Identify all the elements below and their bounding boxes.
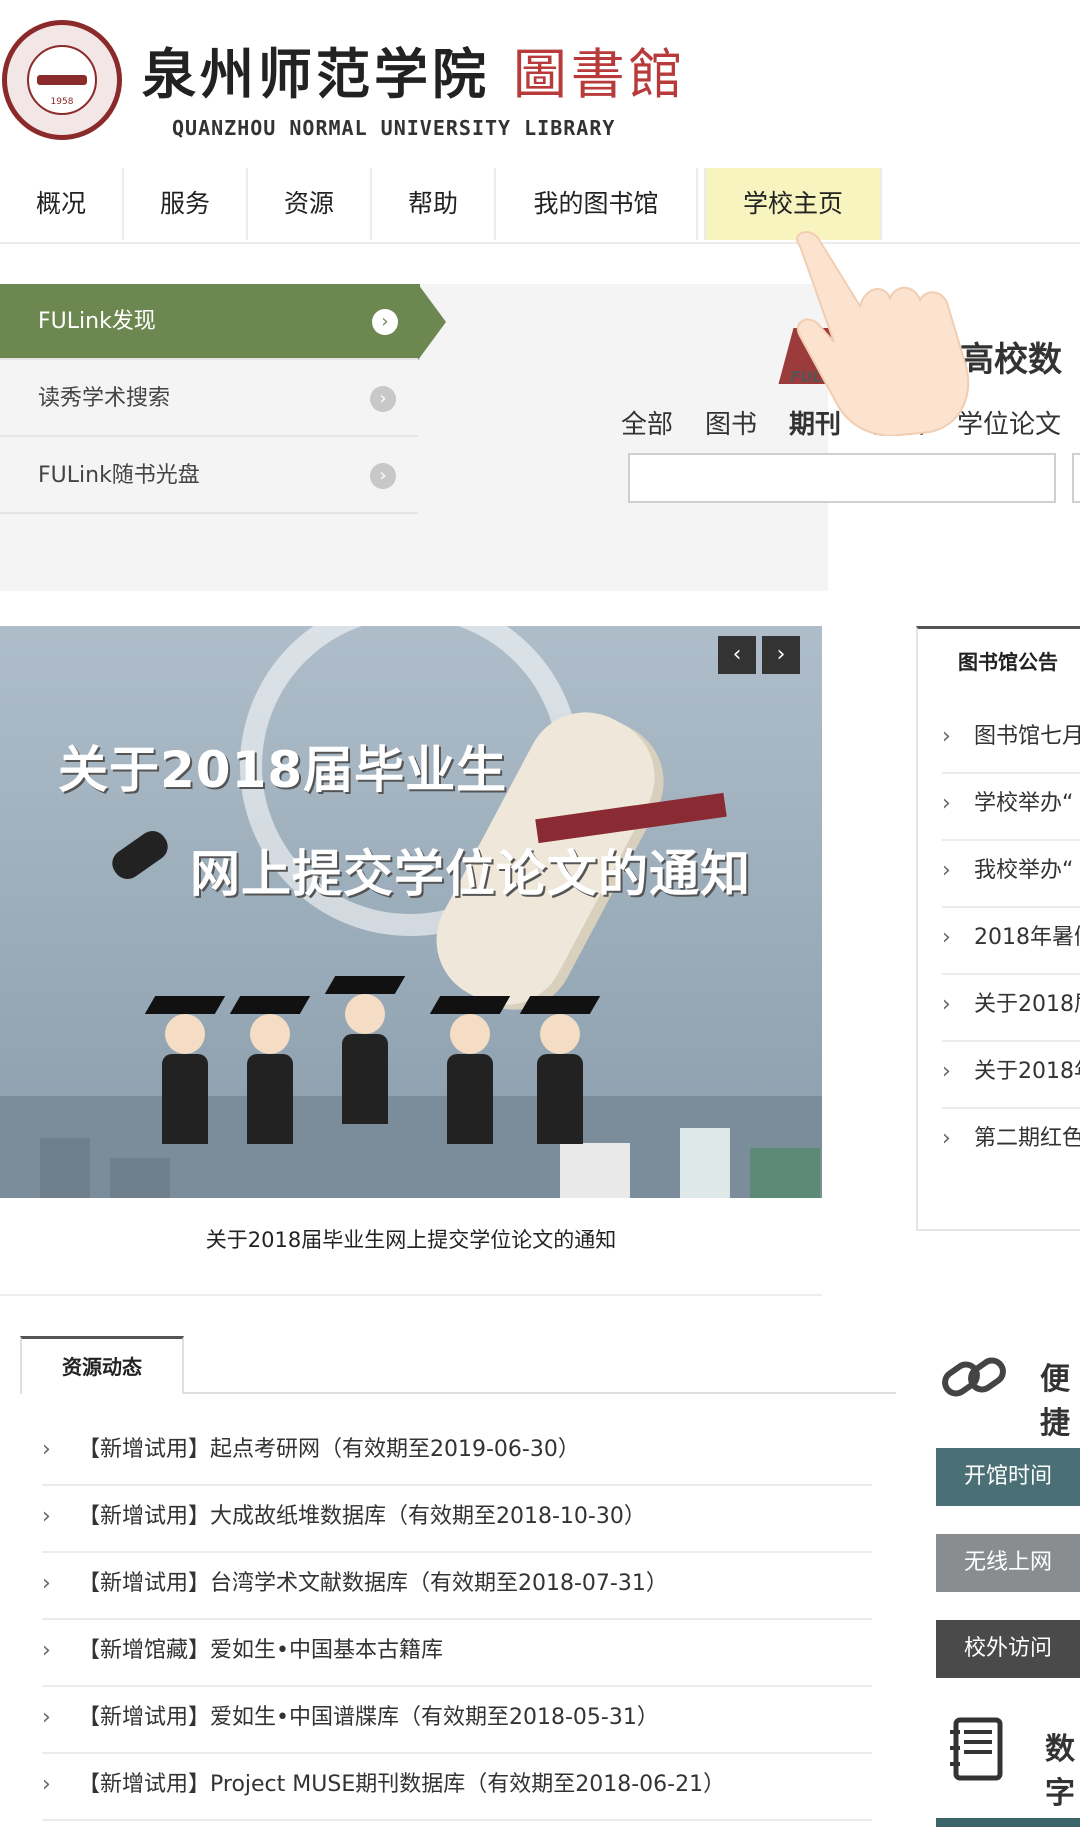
sidebar-item-duxiu-search[interactable]: 读秀学术搜索 › [0, 361, 418, 437]
nav-item-overview[interactable]: 概况 [0, 168, 124, 240]
nav-item-my-library[interactable]: 我的图书馆 [496, 168, 698, 240]
notice-panel-title: 图书馆公告 [958, 650, 1058, 674]
sidebar-item-fulink-cd[interactable]: FULink随书光盘 › [0, 438, 418, 514]
carousel-next-button[interactable]: › [762, 636, 800, 674]
notice-item[interactable]: ›关于2018届 [942, 974, 1080, 1042]
opening-hours-button[interactable]: 开馆时间 [936, 1448, 1080, 1506]
search-input[interactable] [628, 453, 1056, 503]
news-banner-carousel[interactable]: 关于2018届毕业生 网上提交学位论文的通知 ‹ › [0, 626, 822, 1198]
search-tab-books[interactable]: 图书 [705, 404, 757, 441]
notice-item[interactable]: › 学校举办“ [942, 773, 1080, 841]
library-subtitle: QUANZHOU NORMAL UNIVERSITY LIBRARY [172, 116, 616, 140]
city-skyline-graphic [0, 1096, 822, 1198]
notice-item[interactable]: › 第二期红色 [942, 1108, 1080, 1174]
partial-button[interactable] [936, 1818, 1080, 1827]
library-title-library: 圖書館 [512, 43, 687, 106]
chevron-right-icon: › [942, 1059, 951, 1084]
notice-item[interactable]: ›关于2018年 [942, 1041, 1080, 1109]
chevron-right-icon: › [942, 858, 951, 883]
divider [0, 1294, 822, 1296]
resource-item[interactable]: › 【新增试用】爱如生•中国谱牒库（有效期至2018-05-31） [42, 1686, 872, 1754]
notice-item[interactable]: › 图书馆七月 [942, 706, 1080, 774]
graduate-figure [144, 996, 226, 1146]
library-title[interactable]: 泉州师范学院 圖書館 [142, 30, 687, 109]
quick-links-title: 便捷 [1040, 1362, 1070, 1441]
divider [184, 1392, 896, 1394]
nav-item-help[interactable]: 帮助 [372, 168, 496, 240]
resource-item[interactable]: › 【新增试用】台湾学术文献数据库（有效期至2018-07-31） [42, 1552, 872, 1620]
sidebar-item-label: 读秀学术搜索 [38, 386, 171, 411]
carousel-prev-button[interactable]: ‹ [718, 636, 756, 674]
link-icon [942, 1357, 1006, 1397]
chevron-right-icon: › [942, 992, 951, 1017]
nav-item-resources[interactable]: 资源 [248, 168, 372, 240]
chevron-right-icon: › [942, 1126, 951, 1151]
chevron-right-icon: › [372, 309, 398, 335]
sidebar-item-label: FULink发现 [38, 309, 156, 334]
chevron-right-icon: › [370, 386, 396, 412]
university-seal-logo[interactable]: 1958 [2, 20, 122, 140]
chevron-right-icon: › [942, 791, 951, 816]
resource-news-tab[interactable]: 资源动态 [20, 1336, 184, 1394]
active-pointer-arrow [418, 284, 446, 360]
chevron-right-icon: › [370, 463, 396, 489]
diploma-icon [106, 825, 174, 885]
notice-item[interactable]: › 我校举办“ [942, 840, 1080, 908]
chevron-right-icon: › [42, 1504, 51, 1529]
resource-item[interactable]: › 【新增试用】Project MUSE期刊数据库（有效期至2018-06-21） [42, 1753, 872, 1821]
sidebar-item-fulink-discovery[interactable]: FULink发现 › [0, 284, 420, 360]
chevron-right-icon: › [42, 1571, 51, 1596]
banner-caption[interactable]: 关于2018届毕业生网上提交学位论文的通知 [0, 1224, 822, 1254]
nav-item-services[interactable]: 服务 [124, 168, 248, 240]
graduate-figure [519, 996, 601, 1146]
wifi-access-button[interactable]: 无线上网 [936, 1534, 1080, 1592]
book-icon [950, 1717, 1003, 1781]
off-campus-access-button[interactable]: 校外访问 [936, 1620, 1080, 1678]
resource-item[interactable]: › 【新增试用】起点考研网（有效期至2019-06-30） [42, 1418, 872, 1486]
banner-headline-line2: 网上提交学位论文的通知 [190, 845, 751, 903]
resource-item[interactable]: › 【新增试用】大成故纸堆数据库（有效期至2018-10-30） [42, 1485, 872, 1553]
search-tab-all[interactable]: 全部 [621, 404, 673, 441]
graduate-figure [229, 996, 311, 1146]
digital-resources-title: 数字 [1045, 1732, 1075, 1811]
site-header: 1958 泉州师范学院 圖書館 QUANZHOU NORMAL UNIVERSI… [0, 0, 1080, 169]
banner-headline-line1: 关于2018届毕业生 [58, 741, 508, 799]
search-button[interactable] [1072, 453, 1080, 503]
pointing-hand-icon [796, 231, 970, 436]
chevron-right-icon: › [42, 1772, 51, 1797]
graduate-figure [429, 996, 511, 1146]
sidebar-item-label: FULink随书光盘 [38, 463, 200, 488]
graduate-figure [324, 976, 406, 1126]
chevron-right-icon: › [942, 724, 951, 749]
chevron-right-icon: › [942, 925, 951, 950]
notice-item[interactable]: ›2018年暑假 [942, 907, 1080, 975]
chevron-right-icon: › [42, 1437, 51, 1462]
library-title-school: 泉州师范学院 [142, 42, 490, 106]
chevron-right-icon: › [42, 1705, 51, 1730]
seal-year: 1958 [50, 97, 74, 107]
chevron-right-icon: › [42, 1638, 51, 1663]
resource-item[interactable]: › 【新增馆藏】爱如生•中国基本古籍库 [42, 1619, 872, 1687]
